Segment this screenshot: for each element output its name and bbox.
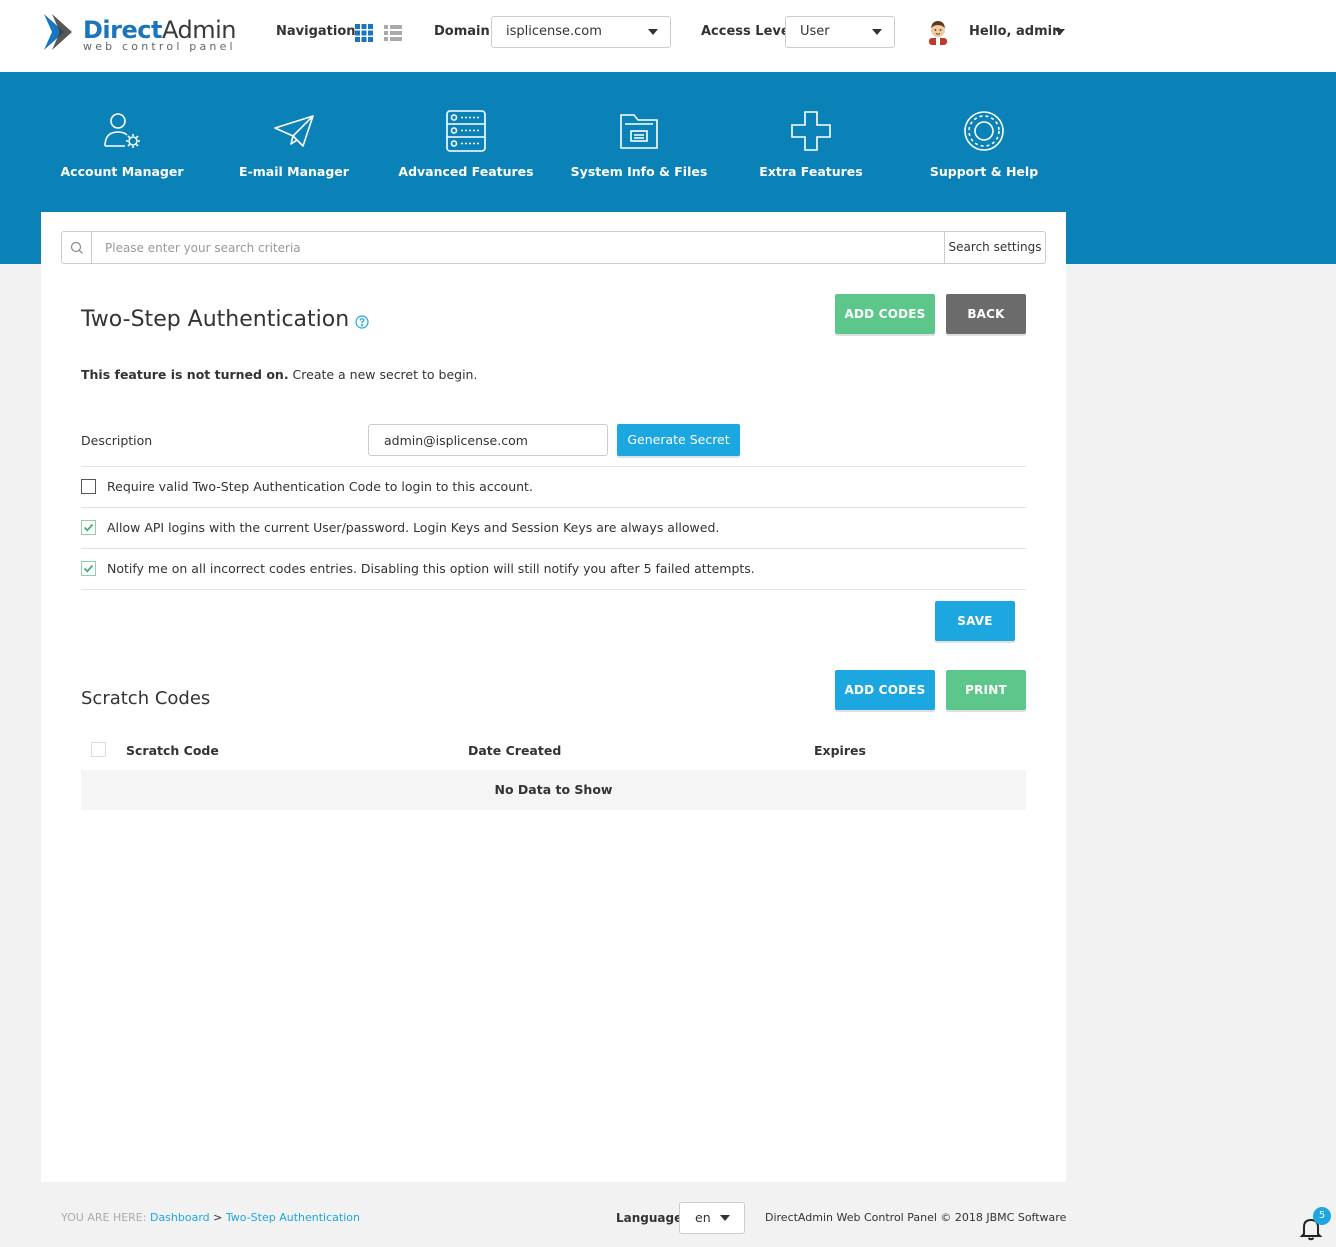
chevron-down-icon (872, 29, 882, 35)
email-manager-icon (274, 115, 314, 147)
scratch-codes-title: Scratch Codes (81, 688, 211, 709)
access-level-label: Access Level (701, 24, 795, 39)
nav-system-info[interactable]: System Info & Files (559, 110, 719, 179)
copyright-text: DirectAdmin Web Control Panel © 2018 JBM… (765, 1211, 1067, 1224)
nav-label: Account Manager (60, 164, 184, 179)
logo-subtitle: web control panel (83, 40, 236, 53)
column-header-date-created[interactable]: Date Created (468, 743, 561, 758)
description-input[interactable] (368, 424, 608, 456)
description-label: Description (81, 433, 153, 448)
print-button[interactable]: PRINT (946, 670, 1026, 710)
generate-secret-button[interactable]: Generate Secret (617, 424, 740, 456)
search-bar: Search settings (61, 231, 1046, 264)
add-scratch-codes-button[interactable]: ADD CODES (835, 670, 935, 710)
grid-view-icon[interactable] (355, 24, 373, 42)
nav-email-manager[interactable]: E-mail Manager (214, 110, 374, 179)
divider (81, 466, 1026, 467)
page-title: Two-Step Authentication (81, 307, 350, 332)
language-label: Language (616, 1211, 683, 1225)
user-menu-chevron-icon[interactable] (1055, 29, 1065, 35)
option-allow-api: Allow API logins with the current User/p… (81, 518, 1026, 538)
option-label: Require valid Two-Step Authentication Co… (107, 479, 533, 494)
column-header-expires[interactable]: Expires (814, 743, 866, 758)
nav-label: Extra Features (759, 164, 863, 179)
nav-support-help[interactable]: Support & Help (904, 110, 1064, 179)
checkmark-icon (83, 523, 94, 532)
support-help-icon (964, 111, 1004, 151)
breadcrumb: YOU ARE HERE: Dashboard > Two-Step Authe… (61, 1211, 360, 1224)
nav-label: System Info & Files (570, 164, 708, 179)
logo-mark-icon (44, 14, 72, 50)
table-empty-row: No Data to Show (81, 770, 1026, 810)
option-notify: Notify me on all incorrect codes entries… (81, 559, 1026, 579)
help-icon[interactable] (355, 315, 369, 329)
nav-label: Support & Help (929, 164, 1039, 179)
allow-api-checkbox[interactable] (81, 520, 96, 535)
language-select[interactable]: en (679, 1202, 745, 1234)
nav-label: E-mail Manager (239, 164, 349, 179)
divider (81, 548, 1026, 549)
status-notice: This feature is not turned on. Create a … (81, 367, 477, 382)
checkmark-icon (83, 564, 94, 573)
search-settings-button[interactable]: Search settings (944, 232, 1045, 263)
notice-text: Create a new secret to begin. (288, 367, 478, 382)
extra-features-icon (791, 111, 831, 151)
option-label: Notify me on all incorrect codes entries… (107, 561, 755, 576)
navigation-label: Navigation (276, 24, 356, 39)
domain-select-value: isplicense.com (506, 24, 602, 39)
nav-label: Advanced Features (398, 164, 534, 179)
language-value: en (695, 1210, 711, 1225)
save-button[interactable]: SAVE (935, 601, 1015, 641)
notice-bold: This feature is not turned on. (81, 367, 289, 382)
system-info-icon (620, 114, 658, 149)
account-manager-icon (104, 113, 140, 148)
breadcrumb-dashboard-link[interactable]: Dashboard (150, 1211, 210, 1224)
user-avatar-icon[interactable] (926, 19, 950, 45)
search-icon-box[interactable] (62, 232, 92, 263)
content-panel: Search settings Two-Step Authentication … (41, 212, 1066, 1182)
directadmin-logo[interactable]: DirectAdmin web control panel (40, 12, 240, 56)
require-code-checkbox[interactable] (81, 479, 96, 494)
chevron-down-icon (648, 29, 658, 35)
nav-advanced-features[interactable]: Advanced Features (386, 110, 546, 179)
divider (81, 589, 1026, 590)
column-header-scratch-code[interactable]: Scratch Code (126, 743, 219, 758)
chevron-down-icon (720, 1215, 730, 1221)
notify-checkbox[interactable] (81, 561, 96, 576)
access-level-select[interactable]: User (785, 16, 895, 48)
back-button[interactable]: BACK (946, 294, 1026, 334)
add-codes-button[interactable]: ADD CODES (835, 294, 935, 334)
notification-badge[interactable]: 5 (1313, 1207, 1331, 1225)
option-label: Allow API logins with the current User/p… (107, 520, 720, 535)
nav-account-manager[interactable]: Account Manager (42, 110, 202, 179)
breadcrumb-current-link[interactable]: Two-Step Authentication (226, 1211, 360, 1224)
nav-extra-features[interactable]: Extra Features (731, 110, 891, 179)
domain-select[interactable]: isplicense.com (491, 16, 671, 48)
advanced-features-icon (446, 110, 486, 152)
access-level-value: User (800, 24, 830, 39)
search-input[interactable] (93, 232, 945, 263)
domain-label: Domain (434, 24, 490, 39)
select-all-checkbox[interactable] (91, 742, 106, 757)
top-header: DirectAdmin web control panel Navigation… (0, 0, 1336, 72)
list-view-icon[interactable] (384, 24, 402, 42)
search-icon (70, 241, 83, 254)
option-require-code: Require valid Two-Step Authentication Co… (81, 477, 1026, 497)
breadcrumb-separator: > (213, 1211, 223, 1224)
breadcrumb-prefix: YOU ARE HERE: (61, 1211, 147, 1224)
user-greeting[interactable]: Hello, admin (969, 24, 1061, 39)
divider (81, 507, 1026, 508)
